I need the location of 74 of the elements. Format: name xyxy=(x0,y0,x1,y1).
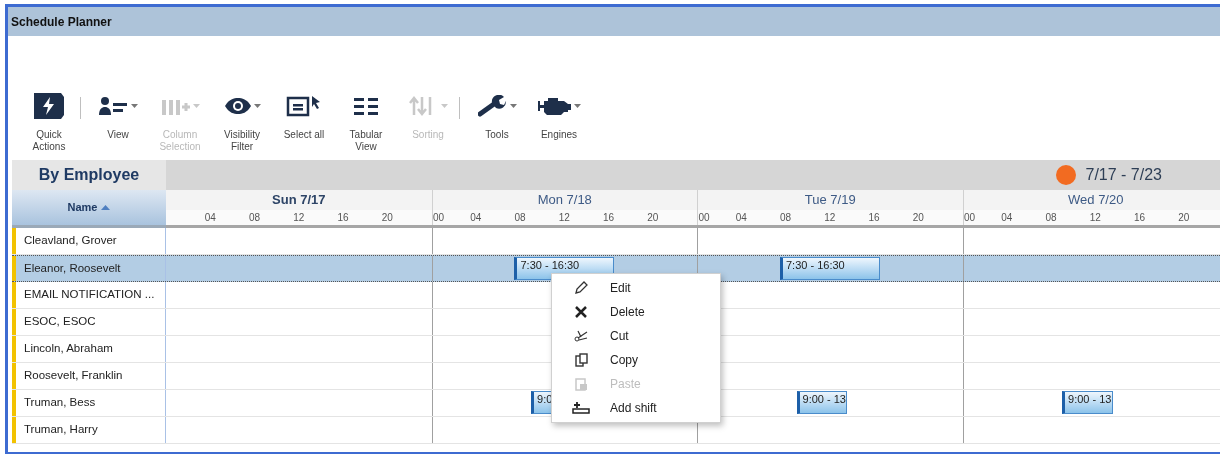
shift-bar[interactable]: 7:30 - 16:30 xyxy=(779,257,880,280)
hour-label: 08 xyxy=(514,211,526,225)
hour-label: 20 xyxy=(912,211,924,225)
day-header: Tue 7/19 xyxy=(803,191,857,210)
add-row-icon xyxy=(572,402,590,414)
hour-label: 08 xyxy=(779,211,792,225)
name-column-header[interactable]: Name xyxy=(12,190,166,228)
hour-label: 12 xyxy=(1089,211,1101,225)
toolbar-button[interactable]: Tools xyxy=(459,91,528,141)
employee-name[interactable]: Cleavland, Grover xyxy=(16,228,117,254)
lightning-icon xyxy=(33,92,65,120)
day-header: Mon 7/18 xyxy=(536,191,593,210)
hour-label: 08 xyxy=(1045,211,1057,225)
hour-label: 20 xyxy=(1178,211,1190,225)
hour-label: 04 xyxy=(1001,211,1013,225)
grid-title: By Employee xyxy=(12,160,166,190)
hour-label: 20 xyxy=(647,211,659,225)
menu-item[interactable]: Cut xyxy=(552,324,720,348)
employee-name[interactable]: EMAIL NOTIFICATION ... xyxy=(16,282,155,308)
hour-label: 04 xyxy=(204,211,216,225)
menu-item[interactable]: Delete xyxy=(552,300,720,324)
toolbar-button[interactable]: Visibility Filter xyxy=(211,91,273,153)
hour-label: 16 xyxy=(602,211,615,225)
menu-item[interactable]: Add shift xyxy=(552,396,720,420)
toolbar-button[interactable]: Engines xyxy=(528,91,590,141)
employee-name[interactable]: Roosevelt, Franklin xyxy=(16,363,123,389)
day-header: Sun 7/17 xyxy=(271,191,327,210)
hour-label: 04 xyxy=(470,211,482,225)
copy-icon xyxy=(574,353,588,367)
row-marker xyxy=(12,228,16,254)
engine-icon xyxy=(537,95,572,117)
select-all-icon xyxy=(286,94,322,118)
clipboard-icon xyxy=(574,377,588,391)
caret-icon xyxy=(440,104,448,108)
close-icon xyxy=(575,306,587,318)
employee-name[interactable]: Lincoln, Abraham xyxy=(16,336,113,362)
caret-icon xyxy=(253,104,261,108)
caret-icon xyxy=(192,104,200,108)
hour-label: 04 xyxy=(735,211,747,225)
day-header: Wed 7/20 xyxy=(1067,191,1125,210)
pencil-icon xyxy=(574,281,588,295)
hour-label: 20 xyxy=(381,211,393,225)
employee-name[interactable]: Eleanor, Roosevelt xyxy=(16,256,121,281)
scissors-icon xyxy=(574,330,588,342)
window-title: Schedule Planner xyxy=(8,7,1220,36)
person-list-icon xyxy=(98,96,129,116)
hour-label: 00 xyxy=(963,211,976,225)
employee-name[interactable]: ESOC, ESOC xyxy=(16,309,96,335)
employee-name[interactable]: Truman, Harry xyxy=(16,417,98,443)
hour-label: 00 xyxy=(432,211,445,225)
wrench-icon xyxy=(477,95,508,117)
caret-icon xyxy=(130,104,138,108)
hour-label: 12 xyxy=(824,211,836,225)
shift-bar[interactable]: 9:00 - 13 xyxy=(796,391,848,414)
toolbar-button[interactable]: Quick Actions xyxy=(18,91,80,153)
list-icon xyxy=(353,96,379,116)
hour-label: 16 xyxy=(1133,211,1146,225)
menu-item[interactable]: Copy xyxy=(552,348,720,372)
hour-label: 16 xyxy=(868,211,880,225)
caret-icon xyxy=(573,104,581,108)
toolbar-button[interactable]: Tabular View xyxy=(335,91,397,153)
date-range: 7/17 - 7/23 xyxy=(1085,165,1162,185)
hour-label: 00 xyxy=(698,211,710,225)
hour-label: 12 xyxy=(558,211,570,225)
hour-label: 12 xyxy=(293,211,305,225)
shift-bar[interactable]: 9:00 - 13 xyxy=(1062,391,1113,414)
caret-icon xyxy=(509,104,517,108)
hour-label: 16 xyxy=(337,211,349,225)
toolbar-button[interactable]: Select all xyxy=(273,91,335,141)
toolbar-button[interactable]: View xyxy=(80,91,149,141)
eye-icon xyxy=(223,97,252,115)
employee-name[interactable]: Truman, Bess xyxy=(16,390,96,416)
hour-label: 08 xyxy=(248,211,261,225)
sort-ascending-icon xyxy=(101,205,111,210)
